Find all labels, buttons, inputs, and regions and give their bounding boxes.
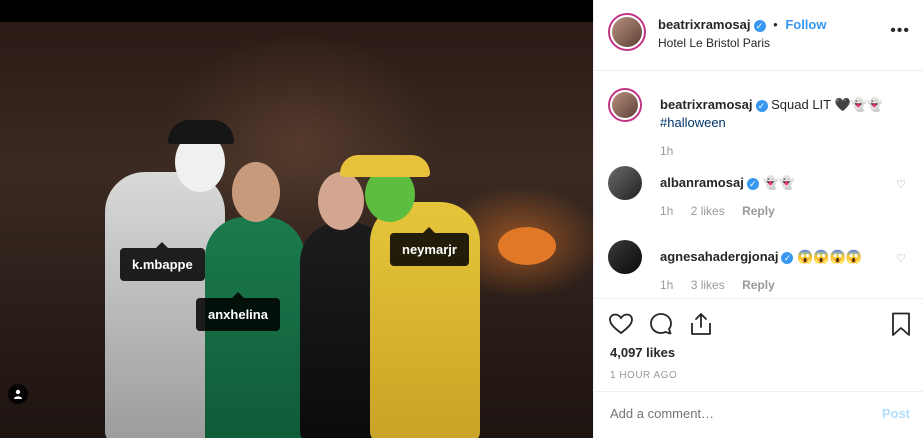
user-tag-mbappe[interactable]: k.mbappe bbox=[120, 242, 205, 281]
comment-text: agnesahadergjonaj ✓ 😱😱😱😱 bbox=[660, 248, 900, 266]
header-name-line: beatrixramosaj ✓ • Follow bbox=[658, 17, 826, 32]
comment-like-icon[interactable]: ♡ bbox=[896, 178, 906, 191]
caption-username[interactable]: beatrixramosaj bbox=[660, 97, 753, 112]
post-photo[interactable]: k.mbappe anxhelina neymarjr bbox=[0, 0, 593, 438]
avatar[interactable] bbox=[608, 166, 642, 200]
tag-label: k.mbappe bbox=[132, 257, 193, 272]
tag-label: neymarjr bbox=[402, 242, 457, 257]
comment-body: 😱😱😱😱 bbox=[797, 249, 862, 264]
verified-icon: ✓ bbox=[753, 19, 766, 32]
likes-count[interactable]: 4,097 likes bbox=[610, 345, 675, 360]
comment-meta: 1h 2 likes Reply bbox=[660, 204, 789, 218]
follow-button[interactable]: Follow bbox=[785, 17, 826, 32]
person-icon bbox=[14, 389, 22, 399]
location-link[interactable]: Hotel Le Bristol Paris bbox=[658, 36, 770, 50]
tag-arrow bbox=[156, 242, 169, 248]
comment-likes[interactable]: 3 likes bbox=[691, 278, 725, 292]
caption-body: Squad LIT 🖤👻👻 bbox=[771, 97, 884, 112]
reply-button[interactable]: Reply bbox=[742, 204, 775, 218]
separator-dot: • bbox=[773, 17, 778, 32]
face bbox=[318, 172, 364, 230]
heart-icon[interactable] bbox=[608, 311, 634, 337]
share-icon[interactable] bbox=[688, 311, 714, 337]
user-tag-icon[interactable] bbox=[8, 384, 28, 404]
user-tag-neymarjr[interactable]: neymarjr bbox=[390, 227, 469, 266]
post-timestamp[interactable]: 1 HOUR AGO bbox=[610, 370, 677, 381]
comment-username[interactable]: albanramosaj bbox=[660, 175, 744, 190]
yellow-hat bbox=[340, 155, 430, 177]
add-comment-bar: Post bbox=[594, 391, 923, 438]
comment-icon[interactable] bbox=[648, 311, 674, 337]
comment-likes[interactable]: 2 likes bbox=[691, 204, 725, 218]
more-icon[interactable]: ••• bbox=[890, 22, 910, 40]
user-tag-anxhelina[interactable]: anxhelina bbox=[196, 292, 280, 331]
author-username[interactable]: beatrixramosaj bbox=[658, 17, 751, 32]
tag-label: anxhelina bbox=[208, 307, 268, 322]
comment-like-icon[interactable]: ♡ bbox=[896, 252, 906, 265]
tag-arrow bbox=[423, 227, 436, 233]
caption-text: beatrixramosaj ✓ Squad LIT 🖤👻👻 #halloween bbox=[660, 96, 900, 132]
tag-arrow bbox=[231, 292, 244, 298]
bookmark-icon[interactable] bbox=[888, 311, 914, 337]
comment-meta: 1h 3 likes Reply bbox=[660, 278, 789, 292]
add-comment-input[interactable] bbox=[610, 406, 850, 421]
black-hat bbox=[168, 120, 234, 144]
hashtag-link[interactable]: #halloween bbox=[660, 115, 726, 130]
comments-list: beatrixramosaj ✓ Squad LIT 🖤👻👻 #halloween… bbox=[594, 70, 923, 298]
post-actions: 4,097 likes 1 HOUR AGO Post bbox=[594, 298, 923, 439]
avatar[interactable] bbox=[608, 88, 642, 122]
post-side-panel: beatrixramosaj ✓ • Follow Hotel Le Bristo… bbox=[593, 0, 923, 438]
comment-text: albanramosaj ✓ 👻👻 bbox=[660, 174, 900, 192]
avatar[interactable] bbox=[608, 240, 642, 274]
comment-body: 👻👻 bbox=[762, 175, 795, 190]
verified-icon: ✓ bbox=[781, 251, 794, 264]
pumpkin bbox=[498, 227, 556, 265]
caption-time[interactable]: 1h bbox=[660, 144, 673, 158]
avatar[interactable] bbox=[608, 13, 646, 51]
comment-time[interactable]: 1h bbox=[660, 204, 673, 218]
reply-button[interactable]: Reply bbox=[742, 278, 775, 292]
verified-icon: ✓ bbox=[755, 99, 768, 112]
action-icons bbox=[608, 311, 914, 337]
comment-username[interactable]: agnesahadergjonaj bbox=[660, 249, 778, 264]
face bbox=[232, 162, 280, 222]
photo-scene bbox=[0, 22, 593, 438]
caption-meta: 1h bbox=[660, 144, 687, 158]
comment-time[interactable]: 1h bbox=[660, 278, 673, 292]
post-button[interactable]: Post bbox=[882, 406, 910, 421]
instagram-post: k.mbappe anxhelina neymarjr beatrixramos… bbox=[0, 0, 923, 438]
verified-icon: ✓ bbox=[746, 177, 759, 190]
post-header: beatrixramosaj ✓ • Follow Hotel Le Bristo… bbox=[594, 0, 923, 71]
